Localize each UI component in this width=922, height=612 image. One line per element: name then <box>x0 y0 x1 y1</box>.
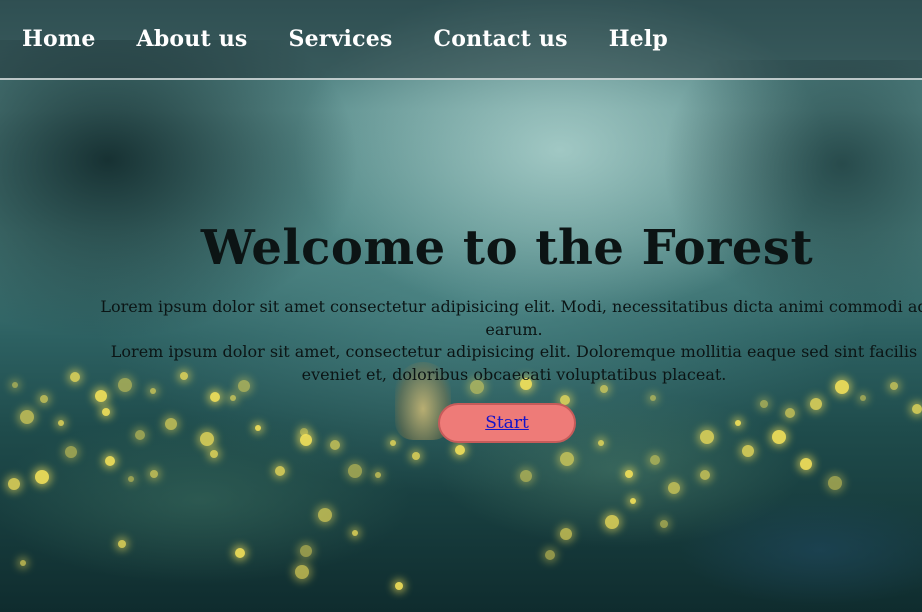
firefly-glow <box>352 530 358 536</box>
firefly-glow <box>70 372 80 382</box>
firefly-glow <box>135 430 145 440</box>
firefly-glow <box>598 440 604 446</box>
background-tree-right <box>662 60 922 320</box>
firefly-glow <box>650 395 656 401</box>
firefly-glow <box>230 395 236 401</box>
firefly-glow <box>20 560 26 566</box>
firefly-glow <box>810 398 822 410</box>
firefly-glow <box>210 450 218 458</box>
firefly-glow <box>668 482 680 494</box>
background-tree-left <box>0 40 360 340</box>
firefly-glow <box>735 420 741 426</box>
firefly-glow <box>58 420 64 426</box>
nav-help-link[interactable]: Help <box>609 26 668 52</box>
firefly-glow <box>150 388 156 394</box>
nav-services-link[interactable]: Services <box>288 26 392 52</box>
firefly-glow <box>395 582 403 590</box>
firefly-glow <box>772 430 786 444</box>
firefly-glow <box>20 410 34 424</box>
top-navbar: Home About us Services Contact us Help <box>0 0 922 80</box>
nav-about-link[interactable]: About us <box>137 26 248 52</box>
firefly-glow <box>605 515 619 529</box>
firefly-glow <box>650 455 660 465</box>
firefly-glow <box>860 395 866 401</box>
nav-contact-link[interactable]: Contact us <box>433 26 567 52</box>
firefly-glow <box>545 550 555 560</box>
firefly-glow <box>630 498 636 504</box>
firefly-glow <box>912 404 922 414</box>
firefly-glow <box>390 440 396 446</box>
firefly-glow <box>65 446 77 458</box>
firefly-glow <box>828 476 842 490</box>
firefly-glow <box>300 434 312 446</box>
firefly-glow <box>275 466 285 476</box>
firefly-glow <box>785 408 795 418</box>
firefly-glow <box>330 440 340 450</box>
firefly-glow <box>700 430 714 444</box>
firefly-glow <box>8 478 20 490</box>
start-button[interactable]: Start <box>438 403 576 443</box>
firefly-glow <box>660 520 668 528</box>
firefly-glow <box>200 432 214 446</box>
firefly-glow <box>375 472 381 478</box>
firefly-glow <box>520 470 532 482</box>
start-link[interactable]: Start <box>485 413 529 433</box>
firefly-glow <box>600 385 608 393</box>
hero-description: Lorem ipsum dolor sit amet consectetur a… <box>84 296 922 386</box>
firefly-glow <box>128 476 134 482</box>
firefly-glow <box>12 382 18 388</box>
firefly-glow <box>760 400 768 408</box>
firefly-glow <box>300 545 312 557</box>
firefly-glow <box>348 464 362 478</box>
firefly-glow <box>455 445 465 455</box>
nav-home-link[interactable]: Home <box>22 26 96 52</box>
firefly-glow <box>412 452 420 460</box>
firefly-glow <box>255 425 261 431</box>
firefly-glow <box>210 392 220 402</box>
firefly-glow <box>118 540 126 548</box>
firefly-glow <box>625 470 633 478</box>
firefly-glow <box>95 390 107 402</box>
hero-paragraph-2: Lorem ipsum dolor sit amet, consectetur … <box>110 342 918 384</box>
firefly-glow <box>102 408 110 416</box>
firefly-glow <box>165 418 177 430</box>
firefly-glow <box>235 548 245 558</box>
firefly-glow <box>700 470 710 480</box>
firefly-glow <box>318 508 332 522</box>
firefly-glow <box>800 458 812 470</box>
forest-landing-page: Home About us Services Contact us Help W… <box>0 0 922 612</box>
firefly-glow <box>742 445 754 457</box>
firefly-glow <box>560 452 574 466</box>
firefly-glow <box>105 456 115 466</box>
hero-title: Welcome to the Forest <box>200 220 814 276</box>
firefly-glow <box>295 565 309 579</box>
firefly-glow <box>40 395 48 403</box>
firefly-glow <box>560 528 572 540</box>
hero-paragraph-1: Lorem ipsum dolor sit amet consectetur a… <box>100 297 922 339</box>
firefly-glow <box>35 470 49 484</box>
firefly-glow <box>150 470 158 478</box>
